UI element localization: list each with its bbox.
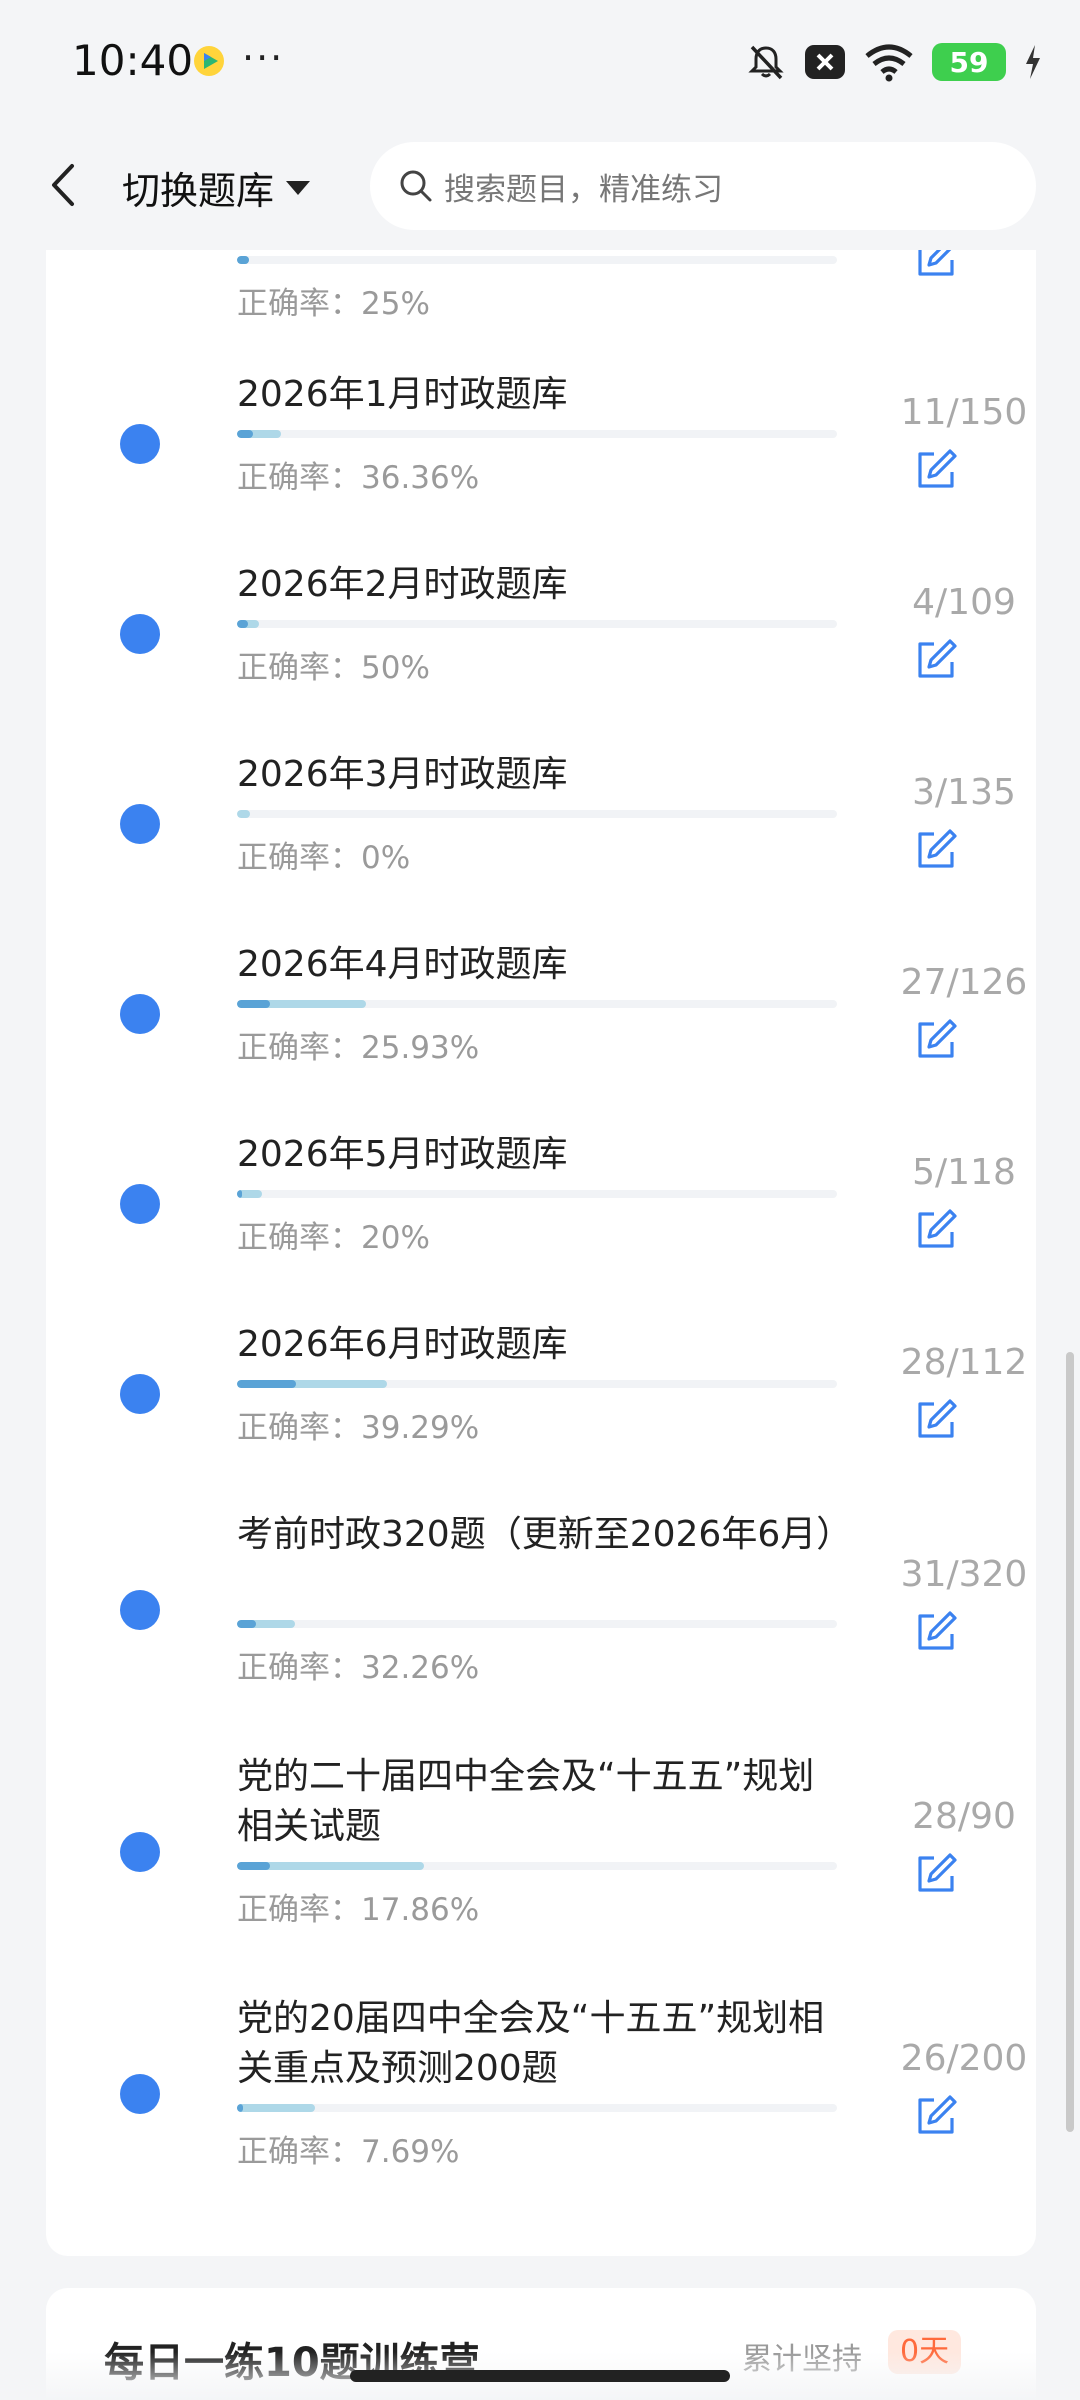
- edit-icon[interactable]: [914, 1852, 958, 1896]
- progress-bar: [237, 1862, 837, 1870]
- video-app-icon: [194, 46, 224, 76]
- accuracy-text: 正确率：39.29%: [237, 1410, 480, 1446]
- edit-icon[interactable]: [914, 1018, 958, 1062]
- status-dot: [120, 994, 160, 1034]
- status-dot: [120, 1590, 160, 1630]
- progress-bar: [237, 620, 837, 628]
- battery-icon: 59: [932, 43, 1006, 81]
- item-title: 2026年2月时政题库: [237, 564, 568, 605]
- progress-count: 3/135: [912, 772, 1016, 813]
- wifi-icon: [865, 44, 913, 82]
- item-title: 2026年4月时政题库: [237, 944, 568, 985]
- switch-bank-label: 切换题库: [122, 169, 275, 213]
- progress-bar: [237, 810, 837, 818]
- item-title: 2026年1月时政题库: [237, 374, 568, 415]
- search-placeholder: 搜索题目，精准练习: [444, 171, 723, 208]
- accuracy-text: 正确率：36.36%: [237, 460, 480, 496]
- edit-icon[interactable]: [914, 1398, 958, 1442]
- home-indicator[interactable]: [350, 2370, 730, 2382]
- top-nav: 切换题库 搜索题目，精准练习: [0, 120, 1080, 250]
- status-dot: [120, 1374, 160, 1414]
- item-title: 2026年3月时政题库: [237, 754, 568, 795]
- progress-bar: [237, 1000, 837, 1008]
- progress-count: 28/112: [900, 1342, 1028, 1383]
- search-icon: [400, 170, 432, 202]
- close-app-icon: [805, 45, 845, 79]
- accuracy-text: 正确率：17.86%: [237, 1892, 480, 1928]
- status-dot: [120, 424, 160, 464]
- progress-bar: [237, 1620, 837, 1628]
- status-dot: [120, 1184, 160, 1224]
- caret-down-icon: [286, 180, 311, 195]
- accuracy-text: 正确率：32.26%: [237, 1650, 480, 1686]
- question-bank-card: 正确率：25% 2026年1月时政题库 正确率：36.36% 11/150 20…: [46, 200, 1036, 2256]
- more-notifications-icon: ···: [242, 36, 285, 80]
- edit-icon[interactable]: [914, 1208, 958, 1252]
- progress-count: 27/126: [900, 962, 1028, 1003]
- progress-count: 4/109: [912, 582, 1016, 623]
- status-dot: [120, 804, 160, 844]
- progress-count: 31/320: [900, 1554, 1028, 1595]
- edit-icon[interactable]: [914, 638, 958, 682]
- scrollbar[interactable]: [1066, 1352, 1074, 2132]
- status-dot: [120, 2074, 160, 2114]
- status-time: 10:40: [72, 36, 194, 85]
- accuracy-text: 正确率：0%: [237, 840, 411, 876]
- switch-bank-button[interactable]: 切换题库: [122, 160, 312, 215]
- edit-icon[interactable]: [914, 1610, 958, 1654]
- accuracy-text: 正确率：7.69%: [237, 2134, 460, 2170]
- accuracy-text: 正确率：25%: [237, 286, 430, 322]
- accuracy-text: 正确率：25.93%: [237, 1030, 480, 1066]
- charging-icon: [1026, 45, 1040, 79]
- progress-count: 26/200: [900, 2038, 1028, 2079]
- status-dot: [120, 614, 160, 654]
- item-title: 考前时政320题（更新至2026年6月）: [237, 1514, 853, 1555]
- item-title: 2026年6月时政题库: [237, 1324, 568, 1365]
- edit-icon[interactable]: [914, 448, 958, 492]
- progress-count: 28/90: [912, 1796, 1016, 1837]
- progress-bar: [237, 1380, 837, 1388]
- accuracy-text: 正确率：50%: [237, 650, 430, 686]
- progress-count: 5/118: [912, 1152, 1016, 1193]
- progress-count: 11/150: [900, 392, 1028, 433]
- edit-icon[interactable]: [914, 2094, 958, 2138]
- status-icons: 59: [746, 40, 1042, 84]
- item-title: 2026年5月时政题库: [237, 1134, 568, 1175]
- progress-bar: [237, 256, 837, 264]
- progress-bar: [237, 1190, 837, 1198]
- progress-bar: [237, 430, 837, 438]
- mute-bell-icon: [748, 45, 784, 80]
- back-arrow-icon[interactable]: [44, 162, 84, 208]
- search-input[interactable]: 搜索题目，精准练习: [370, 142, 1036, 230]
- edit-icon[interactable]: [914, 828, 958, 872]
- status-bar: 10:40 ··· 59: [0, 0, 1080, 120]
- status-dot: [120, 1832, 160, 1872]
- item-title: 党的二十届四中全会及“十五五”规划相关试题: [237, 1756, 815, 1847]
- item-title: 党的20届四中全会及“十五五”规划相关重点及预测200题: [237, 1998, 825, 2089]
- accuracy-text: 正确率：20%: [237, 1220, 430, 1256]
- progress-bar: [237, 2104, 837, 2112]
